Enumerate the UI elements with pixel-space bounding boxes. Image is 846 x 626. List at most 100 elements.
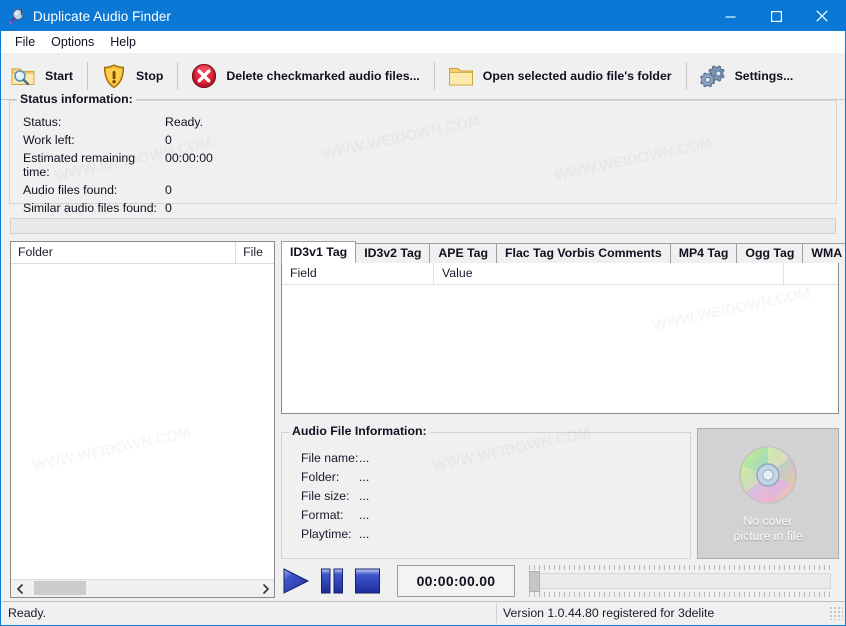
work-left-value: 0 bbox=[165, 133, 172, 147]
settings-button[interactable]: Settings... bbox=[691, 56, 804, 96]
delete-x-icon bbox=[190, 62, 218, 90]
folder-label: Folder: bbox=[301, 470, 340, 484]
menu-item-file[interactable]: File bbox=[7, 33, 43, 51]
folder-value: ... bbox=[359, 470, 370, 484]
tag-field-list[interactable]: Field Value bbox=[281, 262, 839, 414]
format-value: ... bbox=[359, 508, 370, 522]
scrollbar-track[interactable] bbox=[28, 580, 257, 597]
audio-files-found-value: 0 bbox=[165, 183, 172, 197]
file-name-value: ... bbox=[359, 451, 370, 465]
folder-list-header: Folder File bbox=[11, 242, 274, 264]
status-information-group: Status information: Status: Ready. Work … bbox=[9, 92, 837, 215]
file-size-label: File size: bbox=[301, 489, 350, 503]
open-folder-button[interactable]: Open selected audio file's folder bbox=[439, 56, 682, 96]
status-value: Ready. bbox=[165, 115, 204, 129]
tab-flac-vorbis[interactable]: Flac Tag Vorbis Comments bbox=[496, 243, 671, 263]
title-bar: Duplicate Audio Finder bbox=[1, 1, 845, 31]
play-icon[interactable] bbox=[281, 567, 311, 595]
toolbar-separator bbox=[685, 62, 687, 90]
tag-list-header: Field Value bbox=[282, 263, 838, 285]
status-row: Status: Ready. bbox=[23, 115, 213, 129]
work-left-label: Work left: bbox=[23, 133, 75, 147]
status-bar-version-text: Version 1.0.44.80 registered for 3delite bbox=[503, 606, 715, 620]
tab-wma[interactable]: WMA Tag bbox=[802, 243, 845, 263]
tab-ape[interactable]: APE Tag bbox=[429, 243, 498, 263]
delete-checkmarked-button-label: Delete checkmarked audio files... bbox=[226, 69, 420, 83]
status-bar-left-text: Ready. bbox=[8, 606, 47, 620]
info-row: File name: ... bbox=[301, 451, 369, 465]
minimize-button[interactable] bbox=[707, 1, 753, 31]
seek-slider[interactable] bbox=[529, 564, 831, 598]
info-row: File size: ... bbox=[301, 489, 369, 503]
tab-ogg[interactable]: Ogg Tag bbox=[736, 243, 804, 263]
playback-time-display: 00:00:00.00 bbox=[397, 564, 515, 597]
column-header-spare bbox=[784, 263, 838, 284]
start-button-label: Start bbox=[45, 69, 74, 83]
audio-files-found-label: Audio files found: bbox=[23, 183, 118, 197]
audio-file-information-group: Audio File Information: File name: ... F… bbox=[281, 424, 691, 559]
scrollbar-thumb[interactable] bbox=[34, 581, 86, 595]
window-controls bbox=[707, 1, 845, 31]
gears-icon bbox=[699, 62, 727, 90]
compact-disc-icon bbox=[737, 444, 799, 509]
info-row: Folder: ... bbox=[301, 470, 369, 484]
cover-art-box[interactable]: No cover picture in file bbox=[697, 428, 839, 559]
menu-item-help[interactable]: Help bbox=[102, 33, 144, 51]
cover-art-line2: picture in file bbox=[733, 528, 803, 543]
folder-list-horizontal-scrollbar[interactable] bbox=[11, 579, 274, 597]
delete-checkmarked-button[interactable]: Delete checkmarked audio files... bbox=[182, 56, 429, 96]
status-information-title: Status information: bbox=[17, 92, 136, 106]
shield-warning-icon bbox=[100, 62, 128, 90]
menu-bar: File Options Help bbox=[1, 31, 845, 53]
tab-id3v2[interactable]: ID3v2 Tag bbox=[355, 243, 431, 263]
start-button[interactable]: Start bbox=[1, 56, 83, 96]
chevron-right-icon[interactable] bbox=[257, 580, 274, 597]
scan-progress-bar bbox=[10, 218, 836, 234]
status-row: Estimated remaining time: 00:00:00 bbox=[23, 151, 213, 179]
folder-list-panel[interactable]: Folder File bbox=[10, 241, 275, 598]
toolbar-separator bbox=[177, 62, 179, 90]
settings-button-label: Settings... bbox=[734, 69, 794, 83]
column-header-value[interactable]: Value bbox=[434, 263, 784, 284]
similar-files-found-label: Similar audio files found: bbox=[23, 201, 157, 215]
status-row: Similar audio files found: 0 bbox=[23, 201, 213, 215]
tag-pane: ID3v1 Tag ID3v2 Tag APE Tag Flac Tag Vor… bbox=[281, 241, 845, 598]
tab-id3v1[interactable]: ID3v1 Tag bbox=[281, 241, 357, 263]
tag-tab-bar: ID3v1 Tag ID3v2 Tag APE Tag Flac Tag Vor… bbox=[281, 241, 845, 263]
status-bar: Ready. Version 1.0.44.80 registered for … bbox=[2, 601, 845, 624]
toolbar-separator bbox=[433, 62, 435, 90]
folder-icon bbox=[447, 62, 475, 90]
tab-mp4[interactable]: MP4 Tag bbox=[669, 243, 738, 263]
cover-art-line1: No cover bbox=[743, 513, 793, 528]
audio-file-information-title: Audio File Information: bbox=[289, 424, 430, 438]
slider-ticks-top bbox=[529, 564, 831, 570]
format-label: Format: bbox=[301, 508, 344, 522]
playtime-value: ... bbox=[359, 527, 370, 541]
stop-button[interactable]: Stop bbox=[92, 56, 173, 96]
pause-icon[interactable] bbox=[317, 567, 347, 595]
close-button[interactable] bbox=[799, 1, 845, 31]
resize-grip-icon[interactable] bbox=[829, 606, 843, 620]
menu-item-options[interactable]: Options bbox=[43, 33, 102, 51]
stop-icon[interactable] bbox=[353, 567, 383, 595]
open-folder-button-label: Open selected audio file's folder bbox=[482, 69, 672, 83]
folder-search-icon bbox=[9, 62, 37, 90]
column-header-field[interactable]: Field bbox=[282, 263, 434, 284]
slider-thumb[interactable] bbox=[529, 570, 540, 592]
application-window: Duplicate Audio Finder File Options Help bbox=[0, 0, 846, 626]
toolbar-separator bbox=[87, 62, 89, 90]
transport-controls: 00:00:00.00 bbox=[281, 563, 839, 598]
chevron-left-icon[interactable] bbox=[11, 580, 28, 597]
maximize-button[interactable] bbox=[753, 1, 799, 31]
info-row: Format: ... bbox=[301, 508, 369, 522]
column-header-file[interactable]: File bbox=[236, 242, 274, 263]
audio-file-information-rows: File name: ... Folder: ... File size: ..… bbox=[301, 451, 369, 546]
column-header-folder[interactable]: Folder bbox=[11, 242, 237, 263]
status-information-rows: Status: Ready. Work left: 0 Estimated re… bbox=[23, 115, 213, 219]
status-label: Status: bbox=[23, 115, 62, 129]
app-magnifier-icon bbox=[8, 7, 26, 25]
window-title: Duplicate Audio Finder bbox=[33, 8, 172, 24]
status-row: Audio files found: 0 bbox=[23, 183, 213, 197]
folder-list-body[interactable] bbox=[11, 264, 274, 577]
slider-groove[interactable] bbox=[529, 572, 831, 589]
